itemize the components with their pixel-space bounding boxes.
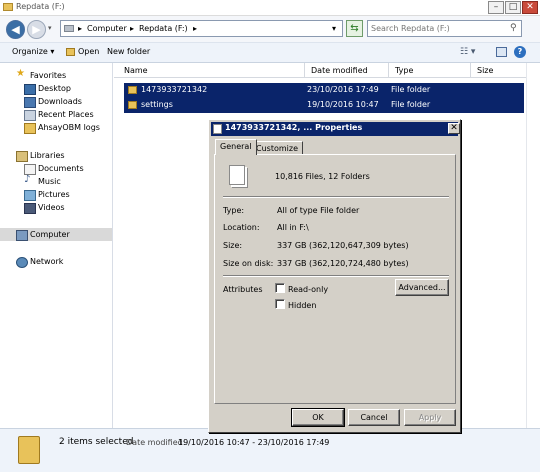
location-value: All in F:\	[277, 223, 309, 232]
multiple-files-icon	[229, 165, 245, 185]
window-title: Repdata (F:)	[16, 2, 65, 11]
file-modified: 19/10/2016 10:47	[307, 100, 379, 109]
maximize-button[interactable]: □	[505, 1, 521, 14]
downloads-icon	[24, 97, 36, 108]
organize-menu[interactable]: Organize ▾	[12, 47, 54, 56]
folder-icon	[24, 123, 36, 134]
properties-dialog: 1473933721342, ... Properties ✕ General …	[208, 119, 461, 433]
advanced-button[interactable]: Advanced...	[395, 279, 449, 296]
column-header-date-modified[interactable]: Date modified	[304, 63, 388, 78]
refresh-button[interactable]: ⇆	[346, 20, 363, 37]
file-type: File folder	[391, 100, 431, 109]
hidden-checkbox[interactable]	[275, 299, 285, 309]
tab-customize[interactable]: Customize	[251, 141, 303, 155]
breadcrumb-separator-icon: ▸	[130, 24, 135, 33]
divider	[223, 275, 449, 277]
address-history-dropdown-icon[interactable]: ▾	[332, 24, 336, 33]
readonly-label: Read-only	[288, 285, 329, 294]
apply-button[interactable]: Apply	[404, 409, 456, 426]
readonly-checkbox[interactable]	[275, 283, 285, 293]
details-pane: 2 items selected Date modified: 19/10/20…	[0, 428, 540, 472]
search-icon[interactable]: ⚲	[510, 23, 517, 33]
column-header-name[interactable]: Name	[118, 63, 304, 78]
help-icon[interactable]: ?	[514, 46, 526, 58]
music-icon: ♪	[24, 174, 31, 185]
selection-count: 2 items selected	[59, 437, 134, 447]
size-value: 337 GB (362,120,647,309 bytes)	[277, 241, 409, 250]
list-scroll-edge	[526, 63, 540, 428]
forward-button[interactable]: ▶	[27, 20, 46, 39]
desktop-icon	[24, 84, 36, 95]
videos-icon	[24, 203, 36, 214]
divider	[223, 196, 449, 198]
date-modified-value: 19/10/2016 10:47 - 23/10/2016 17:49	[178, 438, 330, 447]
cancel-button[interactable]: Cancel	[348, 409, 400, 426]
close-button[interactable]: ✕	[522, 1, 538, 14]
column-header-size[interactable]: Size	[470, 63, 526, 78]
column-header-row: Name Date modified Type Size	[114, 63, 526, 78]
folder-icon	[128, 101, 137, 109]
breadcrumb-drive[interactable]: Repdata (F:)	[139, 24, 188, 33]
file-row[interactable]: settings 19/10/2016 10:47 File folder	[124, 98, 524, 113]
type-label: Type:	[223, 206, 245, 215]
address-bar[interactable]: ▸ Computer ▸ Repdata (F:) ▸ ▾	[60, 20, 343, 37]
recent-pages-dropdown-icon[interactable]: ▾	[48, 24, 52, 32]
pictures-icon	[24, 190, 36, 201]
preview-pane-icon[interactable]	[496, 47, 507, 57]
ok-button[interactable]: OK	[291, 408, 345, 427]
title-bar: Repdata (F:) – □ ✕	[0, 0, 540, 16]
breadcrumb-dropdown-icon[interactable]: ▸	[193, 24, 197, 33]
minimize-button[interactable]: –	[488, 1, 504, 14]
breadcrumb-computer[interactable]: Computer	[87, 24, 127, 33]
dialog-close-button[interactable]: ✕	[448, 123, 460, 134]
back-button[interactable]: ◀	[6, 20, 25, 39]
new-folder-button[interactable]: New folder	[107, 47, 150, 56]
command-bar: Organize ▾ Open New folder ☷ ▾ ?	[0, 42, 540, 63]
folder-stack-icon	[18, 436, 40, 464]
location-label: Location:	[223, 223, 260, 232]
hidden-label: Hidden	[288, 301, 317, 310]
column-header-type[interactable]: Type	[388, 63, 470, 78]
star-icon: ★	[16, 68, 25, 79]
folder-icon	[128, 86, 137, 94]
dialog-title: 1473933721342, ... Properties	[225, 123, 363, 132]
tab-general[interactable]: General	[215, 139, 257, 155]
drive-icon	[64, 25, 74, 32]
dialog-title-bar: 1473933721342, ... Properties ✕	[211, 122, 460, 136]
file-name: 1473933721342	[141, 85, 208, 94]
file-name: settings	[141, 100, 173, 109]
folder-icon	[3, 3, 13, 11]
file-row[interactable]: 1473933721342 23/10/2016 17:49 File fold…	[124, 83, 524, 98]
breadcrumb-separator-icon: ▸	[78, 24, 83, 33]
file-modified: 23/10/2016 17:49	[307, 85, 379, 94]
view-options-icon[interactable]: ☷ ▾	[460, 47, 475, 57]
open-button[interactable]: Open	[78, 47, 99, 56]
computer-icon	[16, 230, 28, 241]
date-modified-label: Date modified:	[126, 438, 186, 447]
recent-places-icon	[24, 110, 36, 121]
network-icon	[16, 257, 28, 268]
files-folders-summary: 10,816 Files, 12 Folders	[275, 172, 370, 181]
size-on-disk-label: Size on disk:	[223, 259, 274, 268]
attributes-label: Attributes	[223, 285, 263, 294]
type-value: All of type File folder	[277, 206, 360, 215]
libraries-icon	[16, 151, 28, 162]
search-input[interactable]	[371, 22, 503, 35]
files-icon	[213, 124, 222, 134]
navigation-pane: ★ Favorites Desktop Downloads Recent Pla…	[0, 63, 113, 428]
search-box: ⚲	[367, 20, 522, 37]
file-type: File folder	[391, 85, 431, 94]
open-icon	[66, 48, 75, 56]
general-tab-panel: 10,816 Files, 12 Folders Type: All of ty…	[214, 154, 456, 404]
size-on-disk-value: 337 GB (362,120,724,480 bytes)	[277, 259, 409, 268]
size-label: Size:	[223, 241, 243, 250]
